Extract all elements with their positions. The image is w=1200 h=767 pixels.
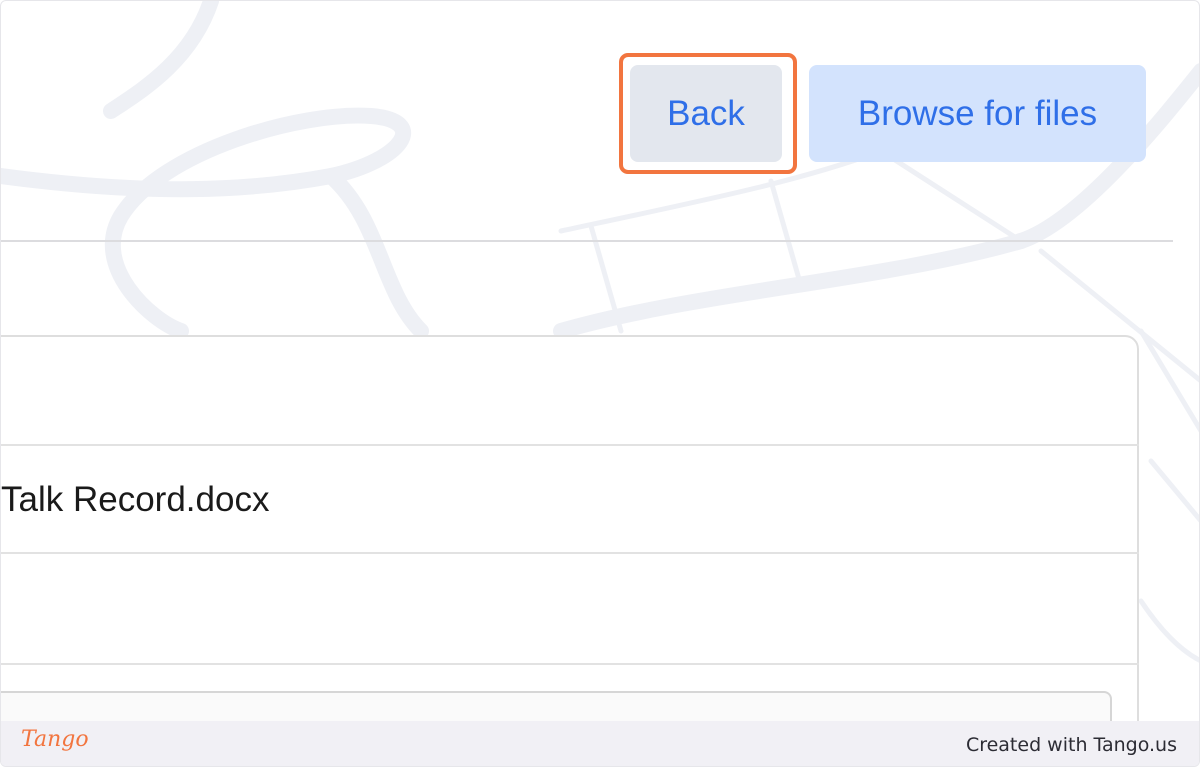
browse-for-files-button[interactable]: Browse for files [809,65,1146,162]
row-divider [1,552,1139,554]
screenshot-frame: Back Browse for files Talk Record.docx T… [0,0,1200,767]
row-divider [1,444,1139,446]
tango-logo: Tango [21,727,89,752]
footer-credit: Created with Tango.us [965,734,1177,756]
section-divider [1,240,1173,242]
file-list-item[interactable]: Talk Record.docx [1,477,269,523]
row-divider [1,663,1139,665]
back-button[interactable]: Back [630,65,782,162]
